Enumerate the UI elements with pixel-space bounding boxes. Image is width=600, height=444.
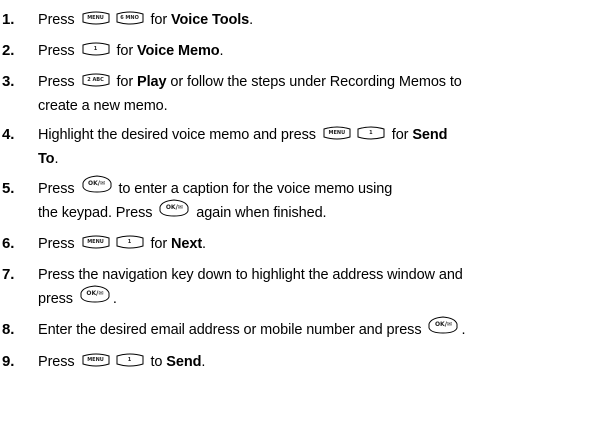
step-text: to enter a caption for the voice memo us… — [118, 181, 393, 197]
step-text-continued: press — [38, 291, 73, 307]
step-text: Press — [38, 236, 75, 252]
step-text: Press — [38, 74, 75, 90]
step-text: for — [150, 236, 168, 252]
step-number: 8. — [2, 321, 15, 338]
menu-key-icon: MENU — [323, 126, 351, 140]
step-text: Press — [38, 12, 75, 28]
step-text: Enter the desired email address or mobil… — [38, 322, 422, 338]
menu-item-name: Next — [171, 236, 203, 252]
menu-item-name: Send — [412, 127, 448, 143]
step-text: Press — [38, 181, 75, 197]
menu-item-name: Play — [137, 74, 167, 90]
step-5: 5. Press OK/✉ to enter a caption for the… — [0, 175, 594, 225]
step-text: or follow the steps under Recording Memo… — [170, 74, 462, 90]
one-key-icon: 1 — [357, 126, 385, 140]
menu-key-icon: MENU — [82, 235, 110, 249]
step-number: 2. — [2, 42, 15, 59]
step-number: 5. — [2, 180, 15, 197]
step-number: 1. — [2, 11, 15, 28]
menu-item-name-continued: To — [38, 151, 55, 167]
step-number: 7. — [2, 266, 15, 283]
menu-item-name: Voice Memo — [137, 43, 220, 59]
menu-item-name: Send — [166, 354, 202, 370]
one-key-icon: 1 — [82, 42, 110, 56]
step-text: for — [116, 74, 134, 90]
step-text: for — [116, 43, 134, 59]
step-text: Press — [38, 354, 75, 370]
ok-key-icon: OK/✉ — [82, 175, 112, 193]
instruction-list: 1. Press MENU 6 MNO for Voice Tools. 2. P… — [0, 0, 600, 444]
step-9: 9. Press MENU 1 to Send. — [0, 350, 594, 374]
step-number: 6. — [2, 235, 15, 252]
step-text-continued: the keypad. Press — [38, 205, 153, 221]
step-6: 6. Press MENU 1 for Next. — [0, 232, 594, 256]
menu-item-name: Voice Tools — [171, 12, 250, 28]
step-1: 1. Press MENU 6 MNO for Voice Tools. — [0, 8, 594, 32]
step-text: to — [150, 354, 163, 370]
step-4: 4. Highlight the desired voice memo and … — [0, 123, 594, 171]
step-7: 7. Press the navigation key down to high… — [0, 263, 594, 311]
step-2: 2. Press 1 for Voice Memo. — [0, 39, 594, 63]
step-text: for — [150, 12, 168, 28]
step-text: Press — [38, 43, 75, 59]
step-3: 3. Press 2 ABC for Play or follow the st… — [0, 70, 594, 118]
step-text: Press the navigation key down to highlig… — [38, 267, 463, 283]
step-text: again when finished. — [196, 205, 327, 221]
menu-key-icon: MENU — [82, 11, 110, 25]
one-key-icon: 1 — [116, 353, 144, 367]
step-number: 9. — [2, 353, 15, 370]
step-text-continued: create a new memo. — [38, 98, 168, 114]
ok-key-icon: OK/✉ — [80, 285, 110, 303]
step-number: 4. — [2, 126, 15, 143]
step-text: for — [391, 127, 409, 143]
ok-key-icon: OK/✉ — [428, 316, 458, 334]
step-number: 3. — [2, 73, 15, 90]
step-8: 8. Enter the desired email address or mo… — [0, 316, 594, 342]
six-key-icon: 6 MNO — [116, 11, 144, 25]
ok-key-icon: OK/✉ — [159, 199, 189, 217]
step-text: Highlight the desired voice memo and pre… — [38, 127, 316, 143]
menu-key-icon: MENU — [82, 353, 110, 367]
one-key-icon: 1 — [116, 235, 144, 249]
two-key-icon: 2 ABC — [82, 73, 110, 87]
